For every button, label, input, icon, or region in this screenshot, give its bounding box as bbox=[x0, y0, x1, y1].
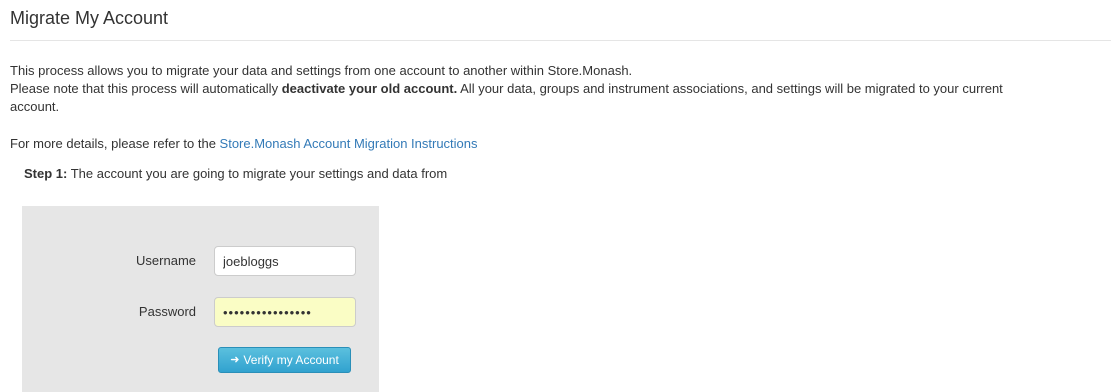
details-text: For more details, please refer to the St… bbox=[10, 135, 478, 153]
step-label: Step 1: bbox=[24, 166, 68, 181]
details-prefix: For more details, please refer to the bbox=[10, 136, 220, 151]
username-label: Username bbox=[136, 253, 196, 268]
password-input[interactable] bbox=[214, 297, 356, 327]
verify-account-button[interactable]: ➜ Verify my Account bbox=[218, 347, 351, 373]
title-divider bbox=[10, 40, 1111, 41]
sign-in-icon: ➜ bbox=[230, 353, 240, 366]
step-1-text: Step 1: The account you are going to mig… bbox=[24, 165, 447, 183]
deactivate-warning: deactivate your old account. bbox=[281, 81, 458, 96]
step-description: The account you are going to migrate you… bbox=[67, 166, 448, 181]
page-title: Migrate My Account bbox=[10, 8, 169, 28]
password-label: Password bbox=[138, 304, 196, 319]
verify-button-label: Verify my Account bbox=[243, 353, 339, 367]
description-line-2-text: Please note that this process will autom… bbox=[10, 81, 282, 96]
description-line-3: account. bbox=[10, 99, 60, 114]
username-row: Username bbox=[22, 246, 379, 276]
username-input[interactable] bbox=[214, 246, 356, 276]
password-row: Password bbox=[22, 297, 379, 327]
description-line-1: This process allows you to migrate your … bbox=[10, 63, 633, 78]
description-line-2: Please note that this process will autom… bbox=[10, 80, 1111, 98]
migration-instructions-link[interactable]: Store.Monash Account Migration Instructi… bbox=[220, 136, 478, 151]
process-description: This process allows you to migrate your … bbox=[10, 62, 1111, 116]
description-line-2-tail: All your data, groups and instrument ass… bbox=[457, 81, 1003, 96]
account-verification-panel: Username Password ➜ Verify my Account bbox=[22, 206, 379, 392]
